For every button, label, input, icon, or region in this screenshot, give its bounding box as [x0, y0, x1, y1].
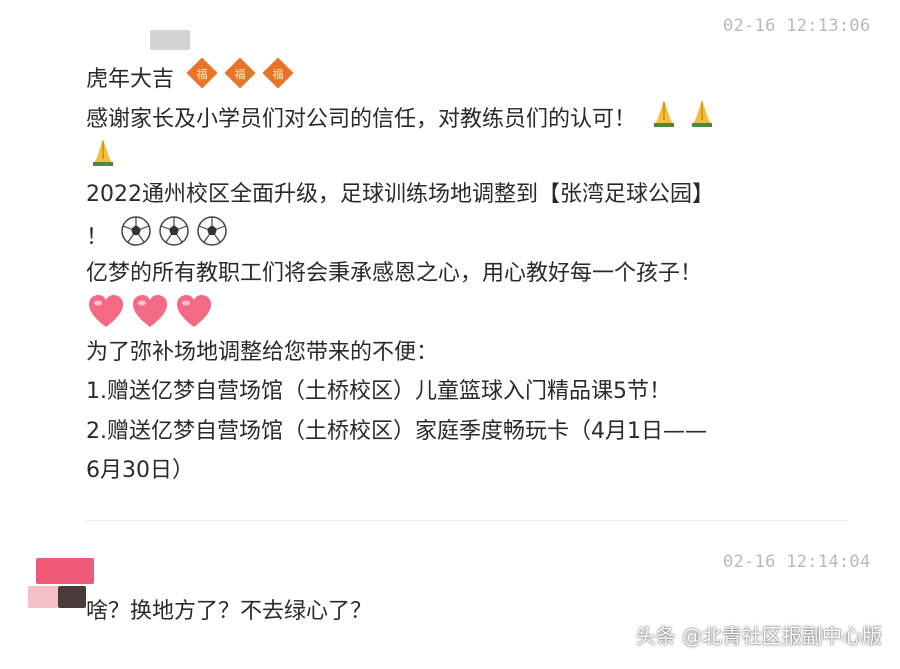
- line-7: [86, 293, 826, 333]
- redacted-avatar: [58, 586, 86, 608]
- svg-text:福: 福: [235, 67, 246, 81]
- svg-text:福: 福: [197, 67, 208, 81]
- comment-body: 虎年大吉 福 福 福 感谢家长及小学员们对公司的信任，对教练员们的认可！ 202…: [86, 56, 826, 491]
- timestamp: 02-16 12:13:06: [723, 16, 871, 36]
- greeting-text: 虎年大吉: [86, 66, 175, 92]
- redacted-username: [150, 30, 190, 50]
- comment-divider: [86, 520, 848, 521]
- line-6: 亿梦的所有教职工们将会秉承感恩之心，用心教好每一个孩子！: [86, 260, 703, 286]
- line-4: 2022通州校区全面升级，足球训练场地调整到【张湾足球公园】: [86, 181, 714, 207]
- redacted-avatar: [28, 586, 58, 608]
- folded-hands-icon: [647, 96, 681, 144]
- line-5: ！: [86, 214, 826, 254]
- svg-text:福: 福: [273, 67, 284, 81]
- watermark: 头条 @北青社区报副中心版: [635, 624, 882, 648]
- thanks-text: 感谢家长及小学员们对公司的信任，对教练员们的认可！: [86, 106, 637, 132]
- line-8: 为了弥补场地调整给您带来的不便：: [86, 339, 439, 365]
- line-2: 感谢家长及小学员们对公司的信任，对教练员们的认可！: [86, 96, 826, 136]
- comment-2: 02-16 12:14:04 啥？换地方了？不去绿心了？: [0, 540, 900, 669]
- line-9: 1.赠送亿梦自营场馆（土桥校区）儿童篮球入门精品课5节！: [86, 379, 671, 404]
- comment-1: 02-16 12:13:06 虎年大吉 福 福 福 感谢家长及小学员们对公司的信…: [0, 0, 900, 520]
- line-10: 2.赠送亿梦自营场馆（土桥校区）家庭季度畅玩卡（4月1日——: [86, 418, 707, 444]
- timestamp: 02-16 12:14:04: [723, 552, 871, 572]
- line-11: 6月30日）: [86, 458, 194, 483]
- exclaim-text: ！: [86, 224, 109, 250]
- redacted-username: [36, 558, 94, 584]
- folded-hands-icon: [685, 96, 719, 144]
- line-1: 虎年大吉 福 福 福: [86, 56, 826, 96]
